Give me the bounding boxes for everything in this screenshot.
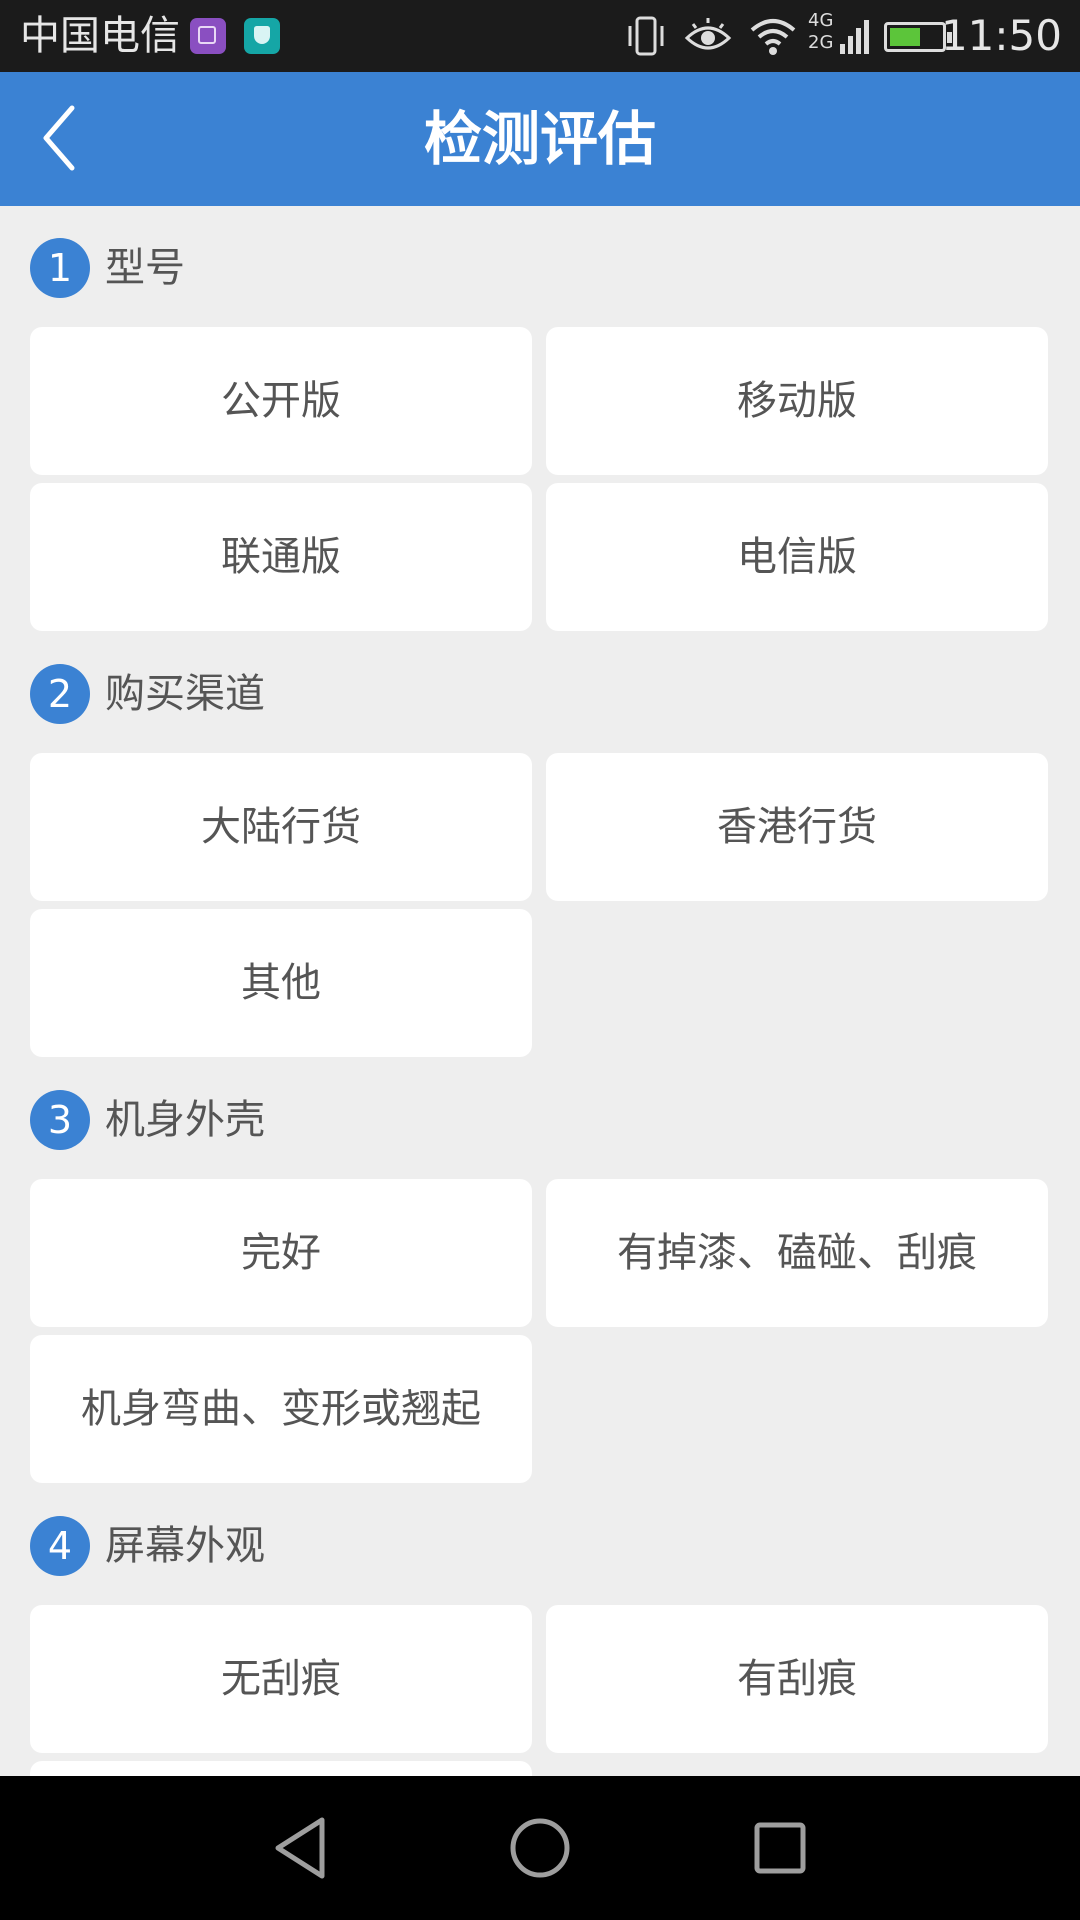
option-button[interactable]: 移动版 xyxy=(546,327,1048,475)
wifi-icon xyxy=(750,19,796,55)
signal-icon xyxy=(840,20,869,54)
carrier-label: 中国电信 xyxy=(20,13,180,59)
status-bar: 中国电信 4G 2G 11:50 xyxy=(0,0,1080,72)
nav-back-button[interactable] xyxy=(260,1808,340,1888)
vibrate-icon xyxy=(628,16,664,56)
option-button[interactable]: 有刮痕 xyxy=(546,1605,1048,1753)
network-top-label: 4G xyxy=(808,10,834,31)
section-title: 型号 xyxy=(105,245,185,291)
back-button[interactable] xyxy=(30,94,120,184)
option-button[interactable]: 电信版 xyxy=(546,483,1048,631)
nav-recents-button[interactable] xyxy=(740,1808,820,1888)
option-button[interactable]: 有掉漆、磕碰、刮痕 xyxy=(546,1179,1048,1327)
option-button[interactable]: 联通版 xyxy=(30,483,532,631)
nav-home-button[interactable] xyxy=(500,1808,580,1888)
back-triangle-icon xyxy=(275,1817,325,1879)
option-button[interactable]: 无刮痕 xyxy=(30,1605,532,1753)
home-circle-icon xyxy=(510,1818,570,1878)
gallery-app-icon xyxy=(190,18,226,54)
eye-comfort-icon xyxy=(684,18,732,50)
step-number-badge: 4 xyxy=(30,1516,90,1576)
step-number-badge: 2 xyxy=(30,664,90,724)
option-button[interactable]: 公开版 xyxy=(30,327,532,475)
system-nav-bar xyxy=(0,1776,1080,1920)
recents-square-icon xyxy=(754,1822,806,1874)
clock: 11:50 xyxy=(940,11,1062,60)
chevron-left-icon xyxy=(43,105,75,171)
security-app-icon xyxy=(244,18,280,54)
section-title: 屏幕外观 xyxy=(105,1523,265,1569)
section-title: 机身外壳 xyxy=(105,1097,265,1143)
option-button[interactable]: 香港行货 xyxy=(546,753,1048,901)
app-header: 检测评估 xyxy=(0,72,1080,206)
step-number-badge: 3 xyxy=(30,1090,90,1150)
evaluation-form[interactable]: 1 型号 公开版 移动版 联通版 电信版 2 购买渠道 大陆行货 香港行货 其他… xyxy=(0,206,1080,1776)
section-title: 购买渠道 xyxy=(105,671,265,717)
option-button[interactable]: 机身弯曲、变形或翘起 xyxy=(30,1335,532,1483)
option-button[interactable]: 完好 xyxy=(30,1179,532,1327)
step-number-badge: 1 xyxy=(30,238,90,298)
option-button[interactable]: 其他 xyxy=(30,909,532,1057)
network-type-label: 4G 2G xyxy=(808,10,834,54)
option-button-partial[interactable] xyxy=(30,1761,532,1776)
page-title: 检测评估 xyxy=(423,105,656,173)
option-button[interactable]: 大陆行货 xyxy=(30,753,532,901)
battery-charging-icon xyxy=(884,22,952,52)
network-bottom-label: 2G xyxy=(808,32,834,53)
